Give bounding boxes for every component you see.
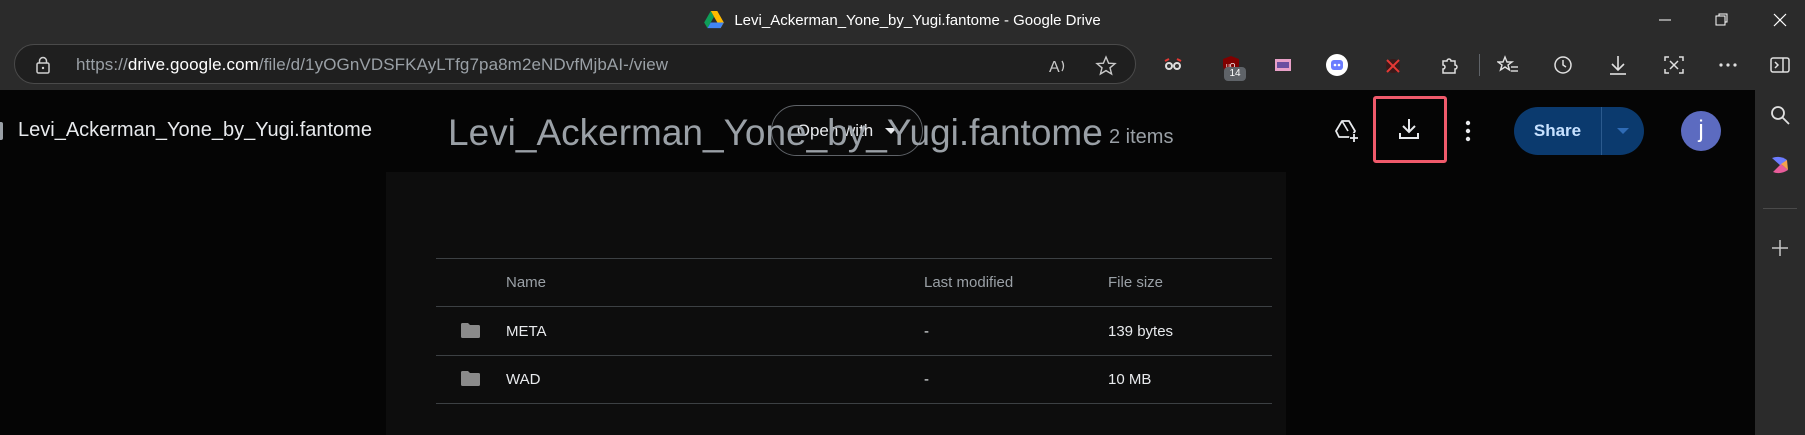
url-host: drive.google.com	[127, 55, 259, 74]
url-prefix: https://	[76, 55, 128, 74]
lock-icon[interactable]	[35, 56, 51, 74]
browser-sidebar	[1755, 90, 1805, 435]
extension-bot-icon[interactable]	[1324, 52, 1350, 78]
restore-button[interactable]	[1698, 0, 1746, 40]
window-title: Levi_Ackerman_Yone_by_Yugi.fantome - Goo…	[734, 11, 1101, 29]
read-aloud-icon[interactable]: A	[1047, 55, 1069, 77]
add-shortcut-button[interactable]	[1331, 115, 1363, 147]
row-divider	[436, 355, 1272, 356]
row-modified: -	[924, 371, 929, 388]
avatar[interactable]: j	[1681, 111, 1721, 151]
share-button[interactable]: Share	[1514, 107, 1644, 155]
sidebar-add-icon[interactable]	[1770, 238, 1790, 258]
row-name: WAD	[506, 371, 541, 388]
folder-preview-panel	[386, 172, 1286, 435]
column-header-modified[interactable]: Last modified	[924, 274, 1013, 291]
url-path: /file/d/1yOGnVDSFKAyLTfg7pa8m2eNDvfMjbAI…	[258, 55, 669, 74]
toolbar-separator	[1479, 54, 1480, 76]
extensions-puzzle-icon[interactable]	[1436, 52, 1462, 78]
browser-toolbar: https://drive.google.com/file/d/1yOGnVDS…	[0, 40, 1805, 90]
row-modified: -	[924, 323, 929, 340]
window-titlebar: Levi_Ackerman_Yone_by_Yugi.fantome - Goo…	[0, 0, 1805, 40]
favorite-star-icon[interactable]	[1095, 55, 1117, 77]
folder-icon	[461, 371, 480, 386]
sidebar-divider	[1763, 208, 1797, 209]
row-divider	[436, 306, 1272, 307]
share-dropdown[interactable]	[1602, 128, 1644, 134]
history-icon[interactable]	[1550, 52, 1576, 78]
sidebar-toggle-icon[interactable]	[1767, 52, 1793, 78]
folder-item-count: 2 items	[1109, 126, 1174, 148]
download-button[interactable]	[1393, 113, 1425, 145]
share-label: Share	[1533, 121, 1582, 140]
folder-title: Levi_Ackerman_Yone_by_Yugi.fantome	[448, 112, 1103, 153]
download-icon	[1399, 119, 1419, 139]
downloads-icon[interactable]	[1605, 52, 1631, 78]
google-drive-icon	[704, 11, 725, 29]
minimize-button[interactable]	[1641, 0, 1689, 40]
file-title: Levi_Ackerman_Yone_by_Yugi.fantome	[18, 119, 372, 141]
more-actions-button[interactable]	[1452, 115, 1484, 147]
row-name: META	[506, 323, 547, 340]
chevron-down-icon	[1617, 128, 1629, 134]
row-size: 139 bytes	[1108, 323, 1174, 340]
column-header-name[interactable]: Name	[506, 274, 546, 291]
copilot-icon[interactable]	[1769, 154, 1791, 176]
back-icon[interactable]	[0, 122, 3, 140]
add-to-drive-icon	[1335, 120, 1359, 143]
row-size: 10 MB	[1108, 371, 1152, 388]
extension-picture-icon[interactable]	[1270, 52, 1296, 78]
url-text[interactable]: https://drive.google.com/file/d/1yOGnVDS…	[76, 55, 668, 75]
extension-mask-icon[interactable]	[1380, 52, 1406, 78]
extension-glasses-icon[interactable]	[1160, 52, 1186, 78]
header-divider	[436, 258, 1272, 259]
close-window-button[interactable]	[1756, 0, 1804, 40]
svg-text:A: A	[1049, 59, 1060, 76]
folder-icon	[461, 323, 480, 338]
more-vert-icon	[1465, 120, 1471, 142]
ublock-badge: 14	[1224, 67, 1246, 81]
column-header-size[interactable]: File size	[1108, 274, 1163, 291]
sidebar-search-icon[interactable]	[1769, 104, 1791, 126]
window-title-group: Levi_Ackerman_Yone_by_Yugi.fantome - Goo…	[0, 0, 1805, 40]
more-menu-icon[interactable]	[1715, 52, 1741, 78]
row-divider	[436, 403, 1272, 404]
address-bar[interactable]: https://drive.google.com/file/d/1yOGnVDS…	[14, 44, 1136, 84]
screenshot-icon[interactable]	[1661, 52, 1687, 78]
favorites-icon[interactable]	[1495, 52, 1521, 78]
